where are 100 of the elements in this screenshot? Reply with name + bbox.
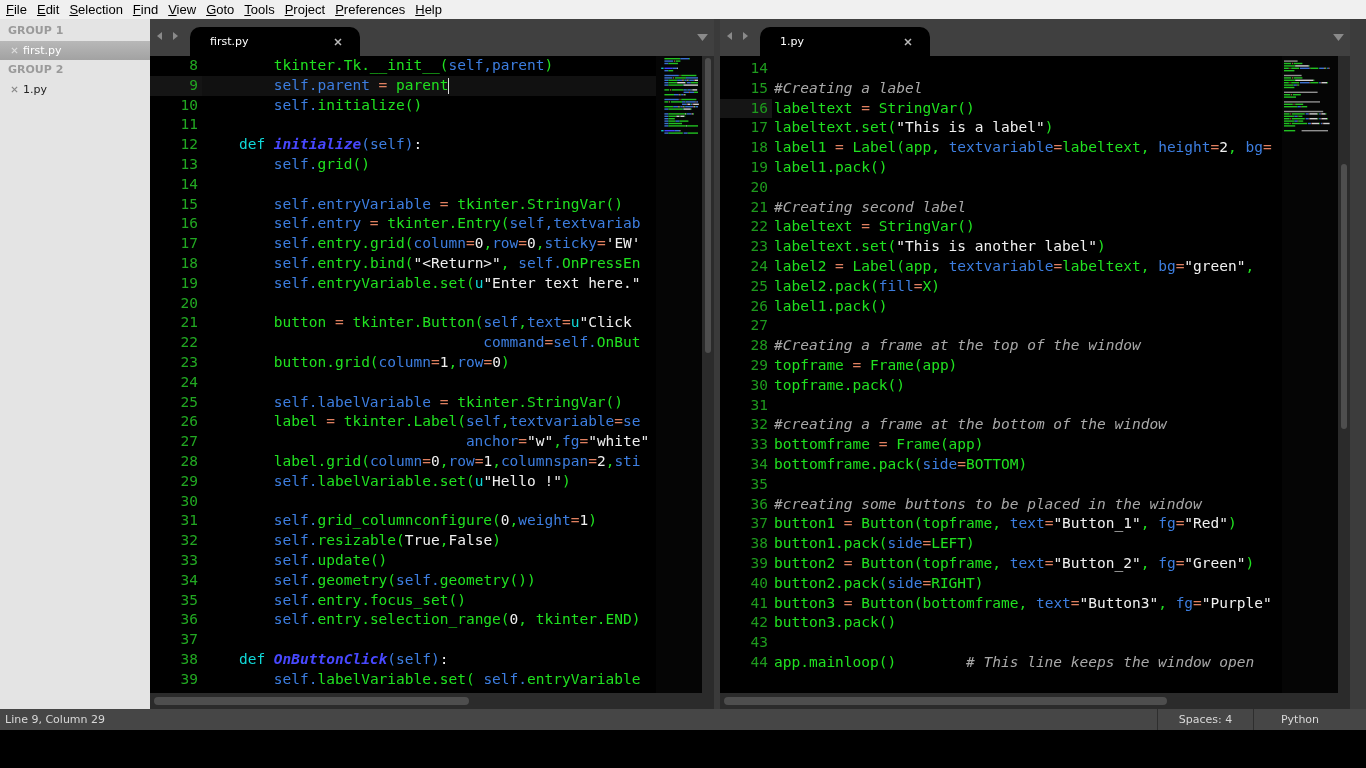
line-number: 17 [179, 234, 199, 254]
code-line: label2 = Label(app, textvariable=labeltext, bg="green", [774, 256, 1255, 276]
line-number: 36 [749, 494, 769, 514]
line-number: 24 [749, 256, 769, 276]
code-line: self.initialize() [272, 95, 423, 115]
code-line: def OnButtonClick(self): [237, 649, 449, 669]
line-number: 34 [749, 454, 769, 474]
code-line: label1 = Label(app, textvariable=labeltext, height=2, bg= [774, 138, 1272, 158]
code-line: button2.pack(side=RIGHT) [774, 573, 984, 593]
line-number: 37 [749, 514, 769, 534]
code-line: self.entry.focus_set() [272, 590, 466, 611]
line-number: 25 [749, 276, 769, 296]
line-number: 27 [179, 432, 199, 452]
code-line: self.entryVariable = tkinter.StringVar() [272, 194, 624, 214]
code-line: tkinter.Tk.__init__(self,parent) [272, 56, 554, 76]
line-number: 38 [179, 649, 199, 669]
menu-item[interactable]: Edit [31, 2, 65, 17]
line-number: 36 [179, 610, 199, 630]
line-number: 34 [179, 570, 199, 590]
line-number: 20 [179, 293, 199, 313]
horizontal-scrollbar[interactable] [150, 693, 714, 709]
code-line: bottomframe = Frame(app) [774, 435, 984, 455]
open-file-item[interactable]: 1.py [0, 80, 150, 99]
line-number: 28 [179, 451, 199, 471]
code-line: #creating some buttons to be placed in the window [774, 494, 1202, 514]
code-line: self.resizable(True,False) [272, 531, 501, 551]
line-number: 31 [749, 395, 769, 415]
menu-item[interactable]: Selection [64, 2, 128, 17]
line-number: 35 [179, 590, 199, 610]
code-line: label1.pack() [774, 158, 888, 177]
line-number: 22 [749, 217, 769, 237]
file-tab[interactable]: 1.py [760, 27, 930, 56]
line-number: 23 [179, 352, 199, 372]
line-number: 29 [179, 471, 199, 491]
line-number: 32 [749, 415, 769, 435]
line-number: 30 [179, 491, 199, 511]
menu-item[interactable]: Tools [239, 2, 280, 17]
group-heading: GROUP 1 [7, 23, 65, 39]
close-icon[interactable] [904, 37, 912, 46]
line-number: 14 [749, 59, 769, 78]
line-number: 29 [749, 355, 769, 375]
line-number: 32 [179, 531, 199, 551]
line-number: 19 [749, 158, 769, 177]
line-number: 19 [179, 273, 199, 293]
vertical-scrollbar[interactable] [1338, 56, 1350, 693]
line-number: 14 [179, 174, 199, 194]
line-number: 18 [179, 253, 199, 273]
code-line: #Creating second label [774, 197, 967, 217]
code-line: button.grid(column=1,row=0) [272, 352, 510, 372]
minimap-drawing[interactable] [656, 56, 702, 693]
line-number: 31 [179, 511, 199, 531]
menu-item[interactable]: File [1, 2, 32, 17]
line-number: 15 [749, 78, 769, 98]
tab-navigation-arrows-icon[interactable] [156, 30, 180, 42]
code-editor-panel[interactable] [720, 56, 1350, 693]
line-number: 33 [179, 550, 199, 570]
code-line: self.labelVariable = tkinter.StringVar() [272, 392, 624, 412]
line-number: 37 [179, 630, 199, 650]
line-number: 44 [749, 652, 769, 672]
line-number: 15 [179, 194, 199, 214]
menu-item[interactable]: Find [127, 2, 164, 17]
code-line: labeltext = StringVar() [774, 217, 975, 237]
menu-item[interactable]: View [163, 2, 202, 17]
file-name: 1.py [23, 83, 47, 96]
line-number: 13 [179, 155, 199, 174]
line-number: 17 [749, 118, 769, 138]
horizontal-scrollbar[interactable] [720, 693, 1350, 709]
line-number: 12 [179, 135, 199, 155]
dropdown-triangle-icon[interactable] [1333, 33, 1344, 42]
menu-item[interactable]: Preferences [330, 2, 411, 17]
code-line: labeltext.set("This is another label") [774, 237, 1106, 257]
line-number: 16 [179, 214, 199, 234]
line-number: 10 [179, 95, 199, 115]
line-number: 18 [749, 138, 769, 158]
close-icon[interactable] [334, 37, 342, 46]
menu-item[interactable]: Goto [201, 2, 240, 17]
dropdown-triangle-icon[interactable] [697, 33, 708, 42]
code-line: label1.pack() [774, 296, 888, 316]
code-line: topframe = Frame(app) [774, 355, 958, 375]
code-line: app.mainloop() # This line keeps the window open [774, 652, 1255, 672]
code-line: self.entry = tkinter.Entry(self,textvariab [272, 214, 641, 234]
code-line: label.grid(column=0,row=1,columnspan=2,sti [272, 451, 641, 471]
menu-item[interactable]: Help [410, 2, 447, 17]
code-line: self.update() [272, 550, 388, 570]
tab-navigation-arrows-icon[interactable] [726, 30, 750, 42]
code-line: self.entry.grid(column=0,row=0,sticky='EW' [272, 234, 641, 254]
code-line: button1 = Button(topframe, text="Button_1", fg="Red") [774, 514, 1237, 534]
menu-item[interactable]: Project [279, 2, 331, 17]
code-line: button1.pack(side=LEFT) [774, 534, 975, 554]
vertical-scrollbar[interactable] [702, 56, 714, 693]
code-line: labeltext = StringVar() [774, 98, 975, 118]
line-number: 28 [749, 336, 769, 356]
code-line: command=self.OnBut [482, 333, 641, 353]
line-number: 9 [150, 75, 202, 96]
line-number: 21 [179, 313, 199, 333]
text-cursor [448, 77, 450, 94]
line-number: 33 [749, 435, 769, 455]
line-number: 26 [179, 412, 199, 432]
file-tab[interactable]: first.py [190, 27, 360, 56]
code-editor-panel[interactable] [150, 56, 714, 693]
